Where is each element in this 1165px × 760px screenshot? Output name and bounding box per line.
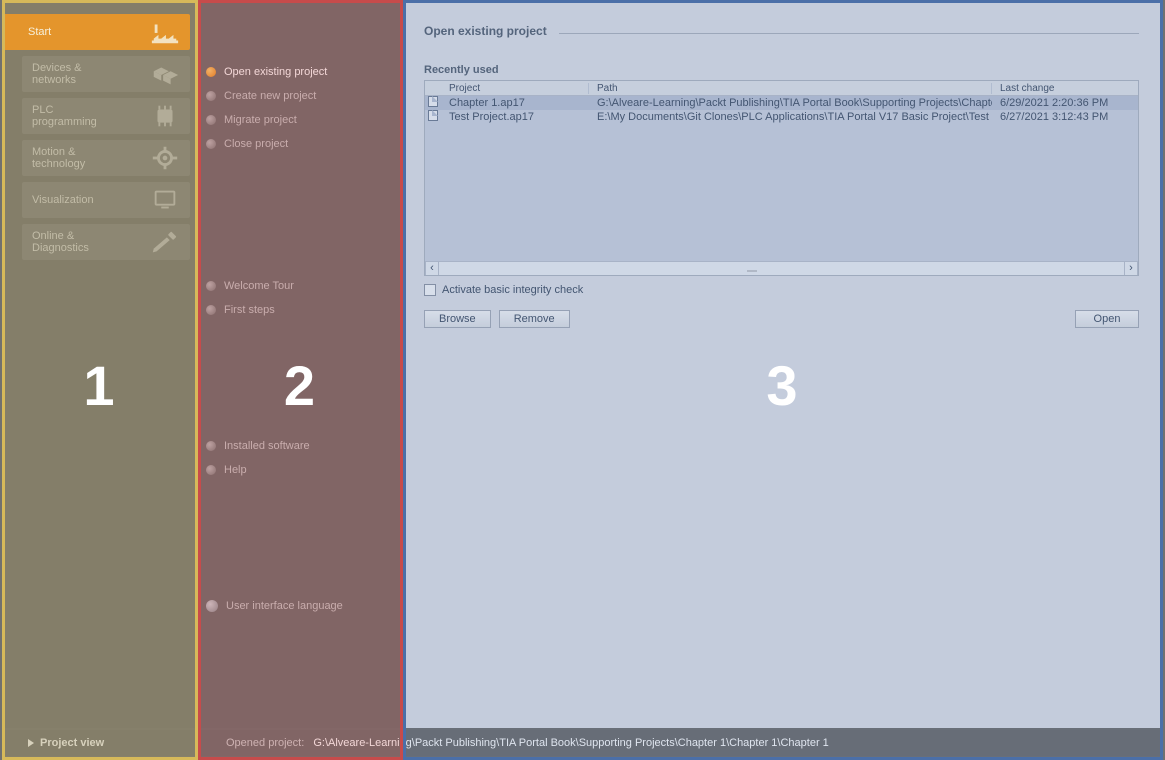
file-icon xyxy=(428,110,438,121)
row-project: Test Project.ap17 xyxy=(441,111,589,123)
subnav-installed-software[interactable]: Installed software xyxy=(196,434,401,458)
bullet-icon xyxy=(206,115,216,125)
subnav-close[interactable]: Close project xyxy=(196,132,401,156)
row-path: G:\Alveare-Learning\Packt Publishing\TIA… xyxy=(589,97,992,109)
nav-label: Visualization xyxy=(32,194,94,206)
action-buttons: Browse Remove Open xyxy=(424,310,1139,328)
bullet-icon xyxy=(206,465,216,475)
subnav-help[interactable]: Help xyxy=(196,458,401,482)
subnav-group-projects: Open existing project Create new project… xyxy=(196,60,401,156)
horizontal-scrollbar[interactable]: ‹ › xyxy=(425,261,1138,275)
opened-path: G:\Alveare-Learning\Packt Publishing\TIA… xyxy=(313,737,828,749)
subnav-migrate[interactable]: Migrate project xyxy=(196,108,401,132)
content-pane: Open existing project Recently used Proj… xyxy=(402,2,1161,728)
opened-label: Opened project: xyxy=(226,737,304,749)
globe-icon xyxy=(206,600,218,612)
remove-button[interactable]: Remove xyxy=(499,310,570,328)
subnav-label: User interface language xyxy=(226,600,343,612)
divider xyxy=(559,33,1139,34)
section-title: Open existing project xyxy=(424,24,547,38)
screwdriver-icon xyxy=(150,229,180,255)
nav-label: Online & Diagnostics xyxy=(32,230,89,254)
scroll-right-icon[interactable]: › xyxy=(1124,262,1138,275)
bullet-icon xyxy=(206,91,216,101)
open-button[interactable]: Open xyxy=(1075,310,1139,328)
nav-label: Devices & networks xyxy=(32,62,82,86)
subnav-label: Open existing project xyxy=(224,66,327,78)
chip-icon xyxy=(150,103,180,129)
subnav-first-steps[interactable]: First steps xyxy=(196,298,401,322)
subnav-label: Help xyxy=(224,464,247,476)
nav-start[interactable]: Start xyxy=(2,14,190,50)
subnav-create-new[interactable]: Create new project xyxy=(196,84,401,108)
recently-used-title: Recently used xyxy=(424,64,1139,76)
nav-label: Start xyxy=(28,26,51,38)
bullet-icon xyxy=(206,139,216,149)
nav-devices-networks[interactable]: Devices & networks xyxy=(22,56,190,92)
bullet-icon xyxy=(206,441,216,451)
subnav-label: Create new project xyxy=(224,90,316,102)
primary-nav-pane: Start Devices & networks PLC programming… xyxy=(2,2,196,728)
bullet-icon xyxy=(206,305,216,315)
subnav-group-info: Installed software Help xyxy=(196,434,401,482)
factory-icon xyxy=(150,19,180,45)
row-project: Chapter 1.ap17 xyxy=(441,97,589,109)
integrity-check-row[interactable]: Activate basic integrity check xyxy=(424,284,1139,296)
checkbox-icon[interactable] xyxy=(424,284,436,296)
nav-motion-technology[interactable]: Motion & technology xyxy=(22,140,190,176)
file-icon xyxy=(428,96,438,107)
subnav-label: Installed software xyxy=(224,440,310,452)
subnav-ui-language[interactable]: User interface language xyxy=(196,594,401,618)
sub-nav-pane: Open existing project Create new project… xyxy=(196,2,401,728)
subnav-welcome-tour[interactable]: Welcome Tour xyxy=(196,274,401,298)
row-icon xyxy=(425,96,441,110)
scroll-thumb[interactable] xyxy=(747,270,757,272)
browse-button[interactable]: Browse xyxy=(424,310,491,328)
subnav-group-language: User interface language xyxy=(196,594,401,618)
project-view-label: Project view xyxy=(40,737,104,749)
subnav-label: Migrate project xyxy=(224,114,297,126)
row-path: E:\My Documents\Git Clones\PLC Applicati… xyxy=(589,111,992,123)
nav-label: Motion & technology xyxy=(32,146,85,170)
row-last-change: 6/27/2021 3:12:43 PM xyxy=(992,111,1138,123)
col-last-change[interactable]: Last change xyxy=(992,83,1138,94)
table-row[interactable]: Test Project.ap17 E:\My Documents\Git Cl… xyxy=(425,110,1138,124)
status-bar: Project view Opened project: G:\Alveare-… xyxy=(2,730,1161,756)
nav-visualization[interactable]: Visualization xyxy=(22,182,190,218)
primary-nav: Start Devices & networks PLC programming… xyxy=(2,2,196,260)
subnav-label: Close project xyxy=(224,138,288,150)
sub-nav: Open existing project Create new project… xyxy=(196,2,401,728)
gear-icon xyxy=(150,145,180,171)
subnav-open-existing[interactable]: Open existing project xyxy=(196,60,401,84)
open-project-section: Open existing project Recently used Proj… xyxy=(402,2,1161,338)
row-last-change: 6/29/2021 2:20:36 PM xyxy=(992,97,1138,109)
scroll-left-icon[interactable]: ‹ xyxy=(425,262,439,275)
opened-project-status: Opened project: G:\Alveare-Learning\Pack… xyxy=(194,737,1161,749)
subnav-label: First steps xyxy=(224,304,275,316)
recent-projects-table: Project Path Last change Chapter 1.ap17 … xyxy=(424,80,1139,276)
nav-online-diagnostics[interactable]: Online & Diagnostics xyxy=(22,224,190,260)
row-icon xyxy=(425,110,441,124)
subnav-label: Welcome Tour xyxy=(224,280,294,292)
nav-plc-programming[interactable]: PLC programming xyxy=(22,98,190,134)
subnav-group-tour: Welcome Tour First steps xyxy=(196,274,401,322)
col-path[interactable]: Path xyxy=(589,83,992,94)
project-view-toggle[interactable]: Project view xyxy=(2,737,194,749)
screen-icon xyxy=(150,187,180,213)
nav-label: PLC programming xyxy=(32,104,97,128)
bullet-icon xyxy=(206,67,216,77)
triangle-right-icon xyxy=(28,739,34,747)
bullet-icon xyxy=(206,281,216,291)
integrity-check-label: Activate basic integrity check xyxy=(442,284,583,296)
col-project[interactable]: Project xyxy=(441,83,589,94)
table-header: Project Path Last change xyxy=(425,81,1138,96)
table-row[interactable]: Chapter 1.ap17 G:\Alveare-Learning\Packt… xyxy=(425,96,1138,110)
boxes-icon xyxy=(150,61,180,87)
